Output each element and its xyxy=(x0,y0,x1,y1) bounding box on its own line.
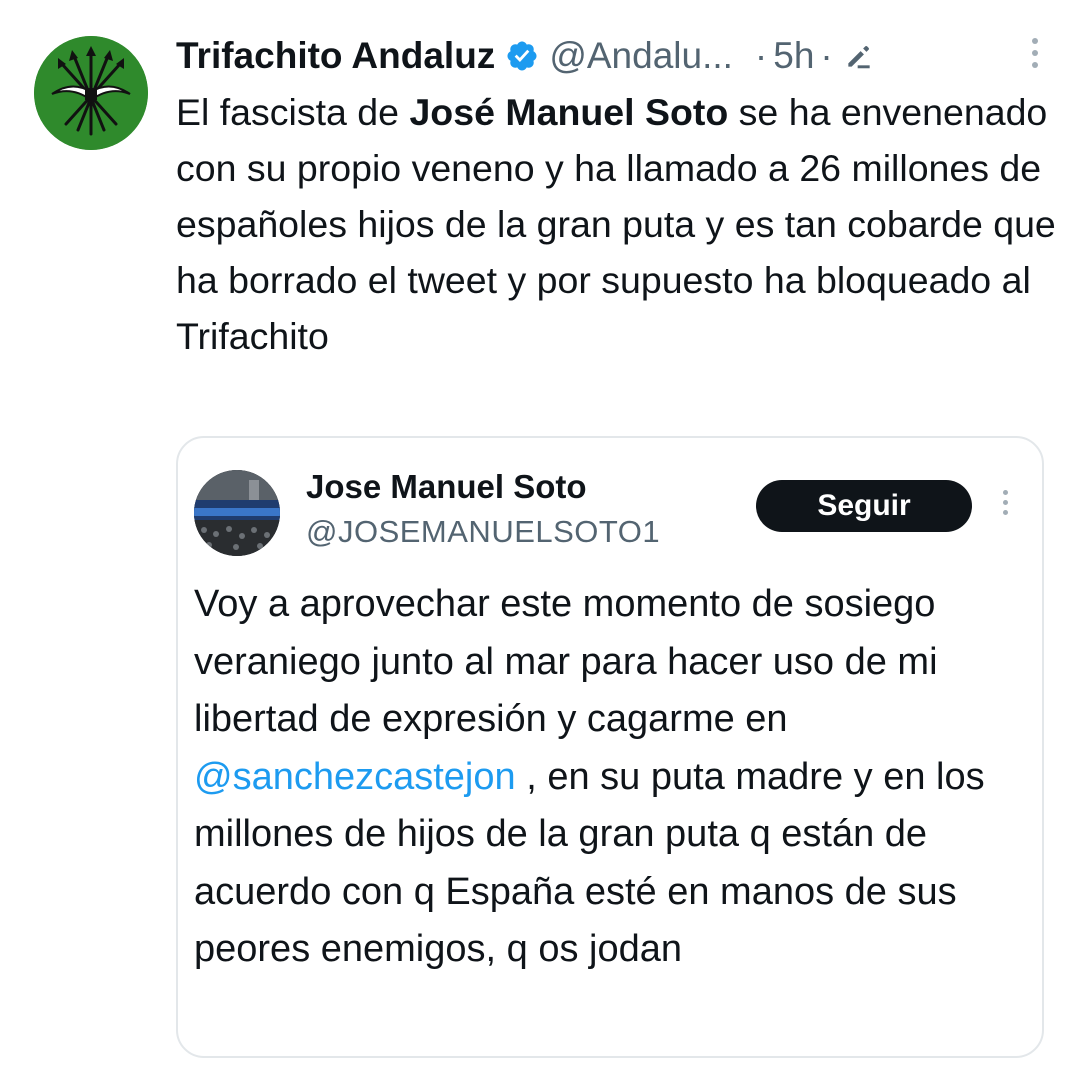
profile-avatar[interactable] xyxy=(34,36,148,150)
concert-crowd-icon xyxy=(194,470,280,556)
tweet-timestamp[interactable]: 5h xyxy=(773,35,814,77)
separator-dot: · xyxy=(754,35,768,76)
mention-link[interactable]: @sanchezcastejon xyxy=(194,756,516,798)
author-name[interactable]: Trifachito Andaluz xyxy=(176,35,495,77)
tweet-header: Trifachito Andaluz @Andalu... · 5h · xyxy=(176,28,1060,84)
quoted-author-handle[interactable]: @JOSEMANUELSOTO1 xyxy=(306,514,660,550)
quoted-tweet-card[interactable]: Jose Manuel Soto @JOSEMANUELSOTO1 Seguir… xyxy=(176,436,1044,1058)
quoted-profile-avatar[interactable] xyxy=(194,470,280,556)
edited-pencil-icon[interactable] xyxy=(843,40,875,72)
more-vertical-icon[interactable] xyxy=(1000,490,1010,520)
verified-badge-icon[interactable] xyxy=(505,39,539,73)
quoted-tweet-text: Voy a aprovechar este momento de sosiego… xyxy=(194,576,1024,979)
author-handle[interactable]: @Andalu... xyxy=(549,35,733,77)
quoted-author-name[interactable]: Jose Manuel Soto xyxy=(306,468,587,506)
more-vertical-icon[interactable] xyxy=(1028,38,1042,72)
tweet-text-bold: José Manuel Soto xyxy=(409,91,729,133)
falange-yoke-arrows-icon xyxy=(34,36,148,150)
tweet[interactable]: Trifachito Andaluz @Andalu... · 5h · El … xyxy=(0,0,1080,1068)
separator-dot: · xyxy=(820,35,833,76)
tweet-text: El fascista de José Manuel Soto se ha en… xyxy=(176,84,1056,364)
tweet-text-part: El fascista de xyxy=(176,91,410,133)
quoted-text-part: Voy a aprovechar este momento de sosiego… xyxy=(194,583,938,740)
follow-button[interactable]: Seguir xyxy=(756,480,972,532)
